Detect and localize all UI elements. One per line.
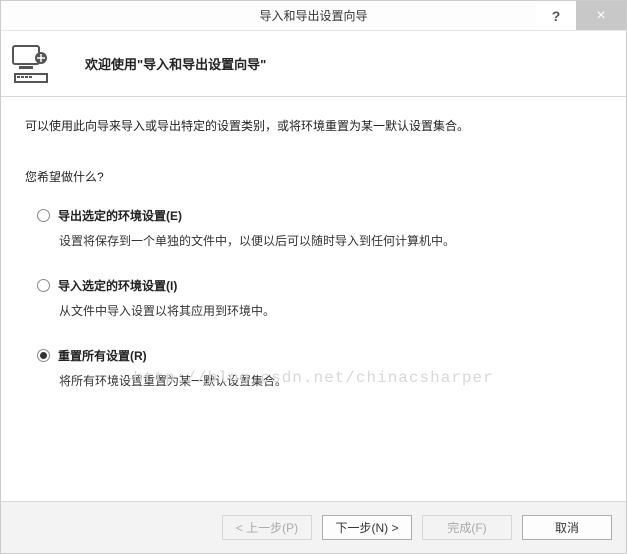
close-button[interactable]: × [576, 1, 626, 30]
prompt-text: 您希望做什么? [25, 168, 602, 185]
wizard-header: 欢迎使用"导入和导出设置向导" [1, 31, 626, 97]
wizard-content: http://blog.csdn.net/chinacsharper 可以使用此… [1, 97, 626, 501]
help-button[interactable]: ? [536, 1, 576, 30]
titlebar: 导入和导出设置向导 ? × [1, 1, 626, 31]
option-desc: 将所有环境设置重置为某一默认设置集合。 [59, 372, 602, 389]
option-reset[interactable]: 重置所有设置(R) 将所有环境设置重置为某一默认设置集合。 [37, 347, 602, 389]
import-export-icon [11, 44, 55, 84]
wizard-heading: 欢迎使用"导入和导出设置向导" [85, 54, 266, 73]
radio-icon[interactable] [37, 349, 50, 362]
window-title: 导入和导出设置向导 [1, 7, 626, 24]
option-desc: 设置将保存到一个单独的文件中，以便以后可以随时导入到任何计算机中。 [59, 232, 602, 249]
titlebar-controls: ? × [536, 1, 626, 30]
option-desc: 从文件中导入设置以将其应用到环境中。 [59, 302, 602, 319]
wizard-dialog: 导入和导出设置向导 ? × 欢迎使用"导入和导出设置向导" http://blo… [0, 0, 627, 554]
wizard-footer: < 上一步(P) 下一步(N) > 完成(F) 取消 [1, 501, 626, 553]
cancel-button[interactable]: 取消 [522, 515, 612, 540]
prev-button: < 上一步(P) [222, 515, 312, 540]
intro-text: 可以使用此向导来导入或导出特定的设置类别，或将环境重置为某一默认设置集合。 [25, 117, 602, 134]
next-button[interactable]: 下一步(N) > [322, 515, 412, 540]
radio-group: 导出选定的环境设置(E) 设置将保存到一个单独的文件中，以便以后可以随时导入到任… [25, 207, 602, 389]
option-label: 重置所有设置(R) [58, 347, 147, 364]
option-label: 导入选定的环境设置(I) [58, 277, 177, 294]
radio-icon[interactable] [37, 279, 50, 292]
option-import[interactable]: 导入选定的环境设置(I) 从文件中导入设置以将其应用到环境中。 [37, 277, 602, 319]
finish-button: 完成(F) [422, 515, 512, 540]
option-label: 导出选定的环境设置(E) [58, 207, 182, 224]
option-export[interactable]: 导出选定的环境设置(E) 设置将保存到一个单独的文件中，以便以后可以随时导入到任… [37, 207, 602, 249]
radio-icon[interactable] [37, 209, 50, 222]
